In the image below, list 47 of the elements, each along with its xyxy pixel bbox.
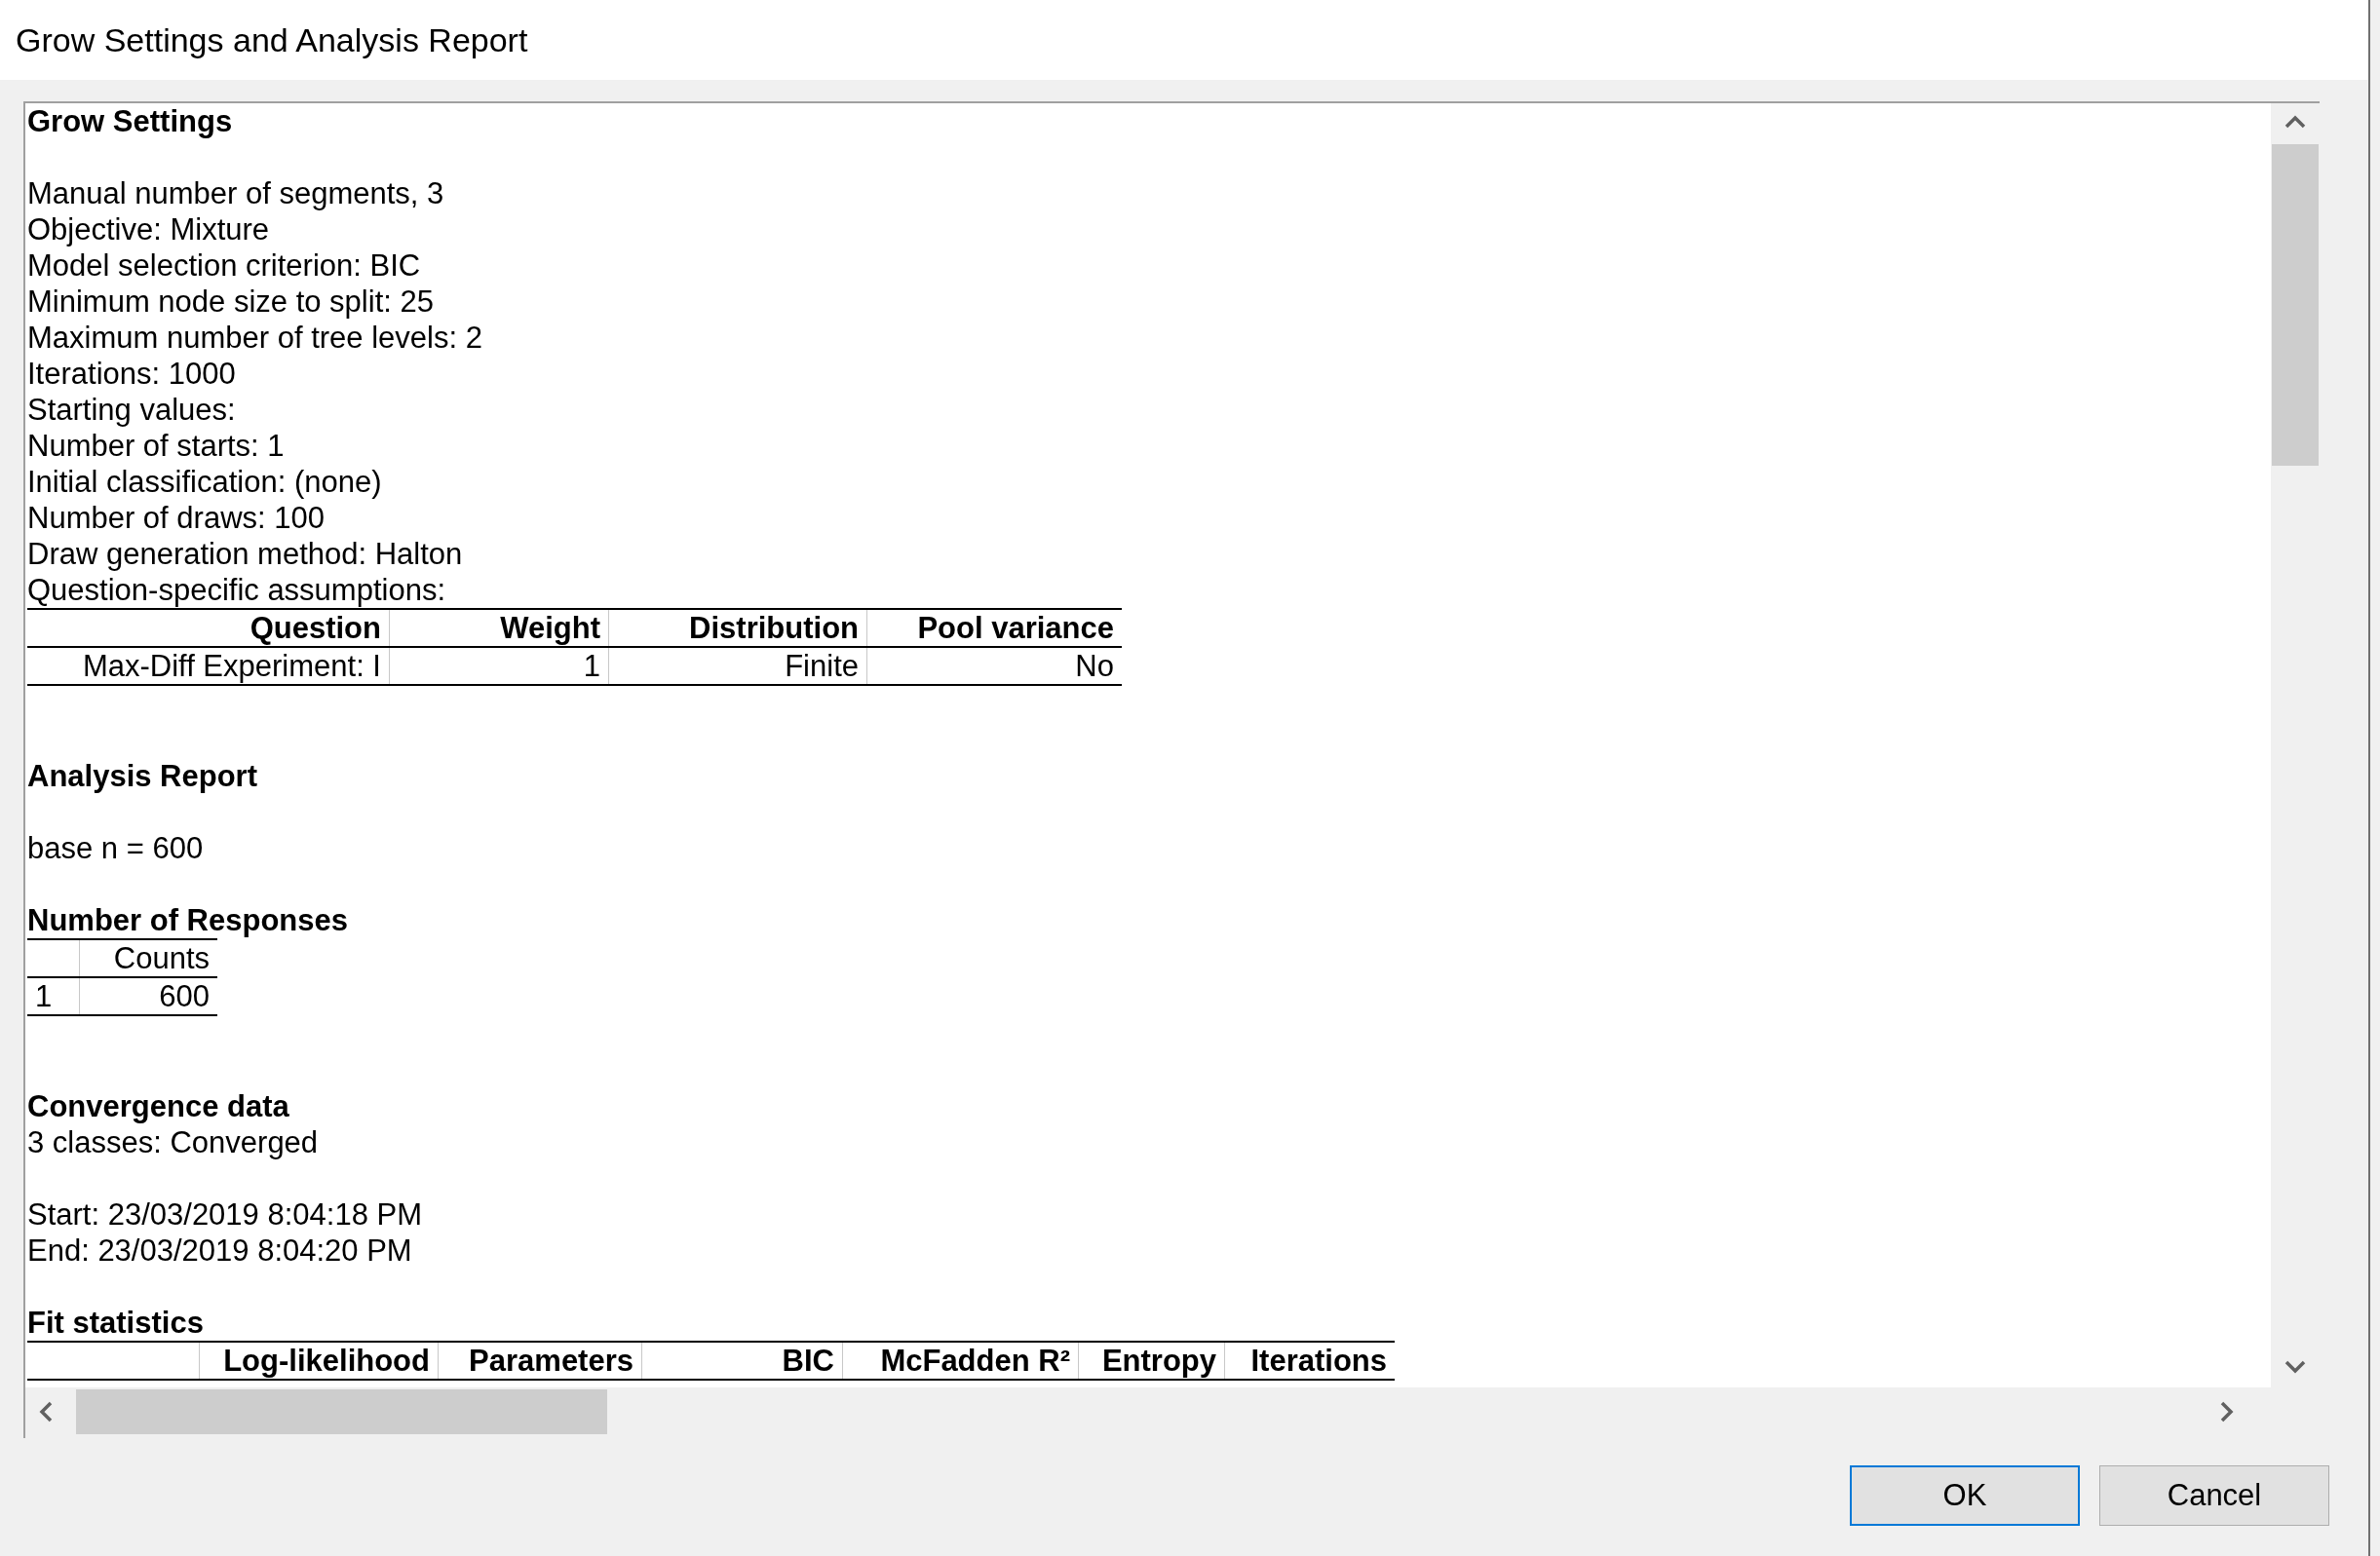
- column-header: McFadden R²: [880, 1344, 1070, 1378]
- report-line: Manual number of segments, 3: [27, 175, 444, 211]
- table-cell: 1: [35, 979, 53, 1013]
- cancel-button[interactable]: Cancel: [2099, 1465, 2329, 1526]
- column-header: Pool variance: [917, 611, 1114, 645]
- scrollbar-thumb[interactable]: [76, 1389, 607, 1434]
- table-cell: Counts: [113, 941, 210, 975]
- report-line: Start: 23/03/2019 8:04:18 PM: [27, 1196, 422, 1233]
- report-line: Iterations: 1000: [27, 356, 236, 392]
- section-heading: Convergence data: [27, 1088, 289, 1124]
- column-header: Distribution: [689, 611, 859, 645]
- table-cell: Finite: [785, 649, 859, 683]
- column-header: Entropy: [1101, 1344, 1216, 1378]
- scroll-down-icon[interactable]: [2284, 1360, 2306, 1374]
- section-heading: Number of Responses: [27, 902, 348, 938]
- report-line: Maximum number of tree levels: 2: [27, 320, 482, 356]
- report-line: Initial classification: (none): [27, 464, 382, 500]
- column-header: Weight: [500, 611, 600, 645]
- column-header: Question: [250, 611, 381, 645]
- section-heading: Analysis Report: [27, 758, 257, 794]
- report-line: Number of starts: 1: [27, 428, 285, 464]
- scrollbar-thumb[interactable]: [2272, 144, 2319, 466]
- table-cell: 600: [159, 979, 210, 1013]
- section-heading: Fit statistics: [27, 1305, 204, 1341]
- scroll-left-icon[interactable]: [39, 1401, 53, 1423]
- column-header: Parameters: [469, 1344, 633, 1378]
- report-line: base n = 600: [27, 830, 204, 866]
- report-line: Starting values:: [27, 392, 236, 428]
- table-cell: 1: [583, 649, 600, 683]
- table-cell: Max-Diff Experiment: I: [82, 649, 381, 683]
- report-line: Question-specific assumptions:: [27, 572, 446, 608]
- column-header: Iterations: [1250, 1344, 1387, 1378]
- section-heading: Grow Settings: [27, 103, 233, 139]
- window-title: Grow Settings and Analysis Report: [16, 19, 528, 60]
- report-line: Draw generation method: Halton: [27, 536, 463, 572]
- report-line: Model selection criterion: BIC: [27, 247, 421, 284]
- column-header: Log-likelihood: [223, 1344, 430, 1378]
- ok-button[interactable]: OK: [1850, 1465, 2080, 1526]
- scroll-up-icon[interactable]: [2284, 115, 2306, 129]
- report-line: Number of draws: 100: [27, 500, 325, 536]
- column-header: BIC: [782, 1344, 834, 1378]
- report-line: Minimum node size to split: 25: [27, 284, 434, 320]
- scroll-right-icon[interactable]: [2220, 1401, 2234, 1423]
- report-line: End: 23/03/2019 8:04:20 PM: [27, 1233, 412, 1269]
- report-line: Objective: Mixture: [27, 211, 270, 247]
- table-cell: No: [1075, 649, 1114, 683]
- report-line: 3 classes: Converged: [27, 1124, 319, 1160]
